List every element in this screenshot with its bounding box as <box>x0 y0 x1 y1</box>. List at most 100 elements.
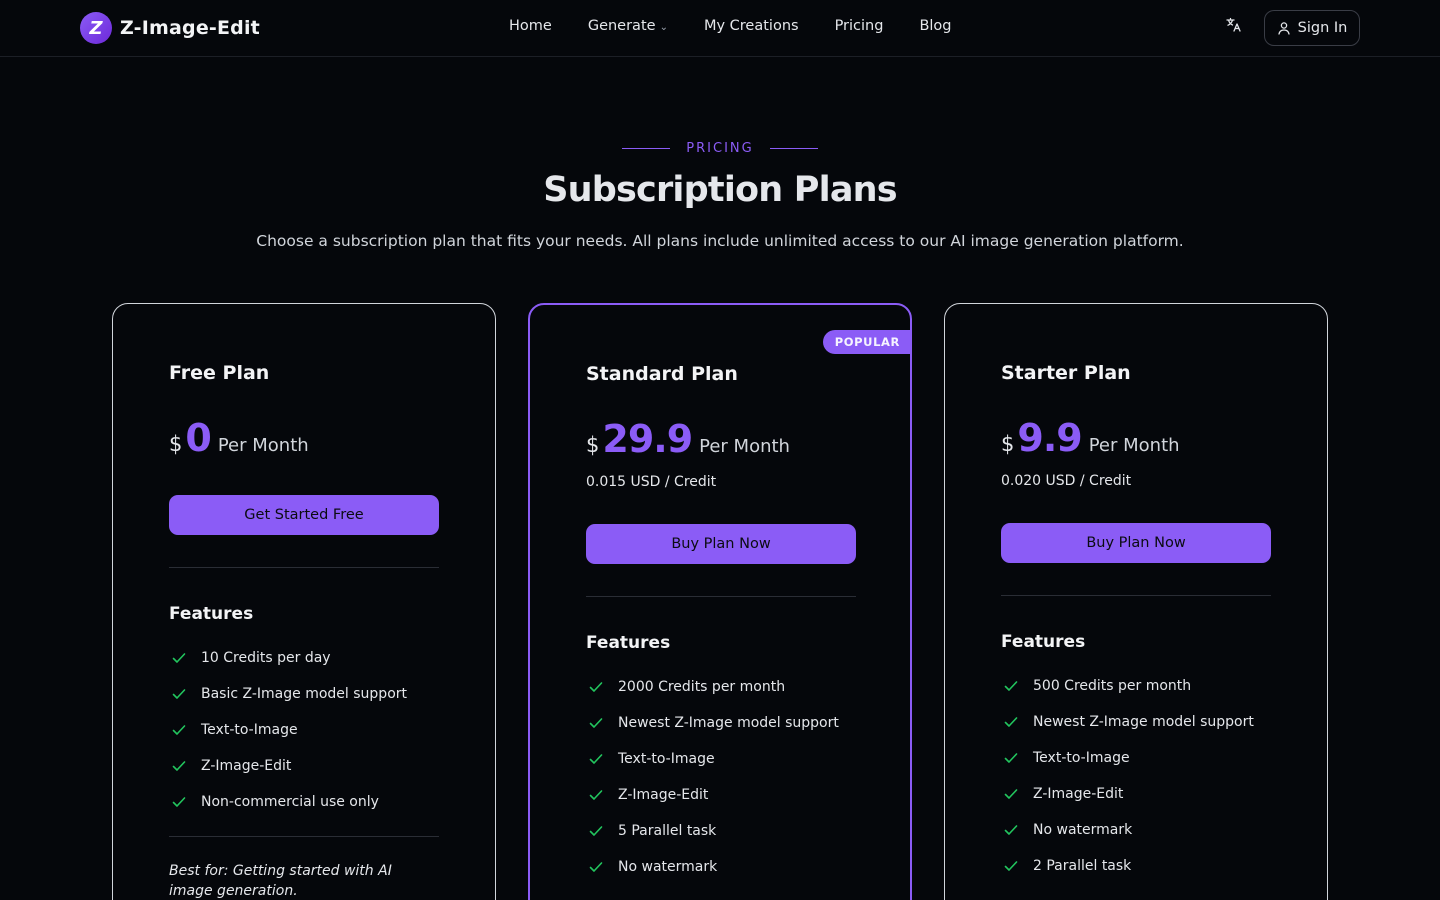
brand[interactable]: Z Z-Image-Edit <box>80 12 260 44</box>
feature-item: 10 Credits per day <box>169 640 407 676</box>
feature-item: Z-Image-Edit <box>169 748 407 784</box>
feature-label: Newest Z-Image model support <box>618 715 839 731</box>
feature-label: Text-to-Image <box>618 751 715 767</box>
feature-label: 10 Credits per day <box>201 650 331 666</box>
check-icon <box>586 821 606 841</box>
page-subtitle: Choose a subscription plan that fits you… <box>256 232 1184 250</box>
plan-name: Standard Plan <box>586 363 738 385</box>
feature-label: Z-Image-Edit <box>618 787 709 803</box>
feature-label: 500 Credits per month <box>1033 678 1192 694</box>
price-currency: $ <box>1001 432 1015 456</box>
buy-plan-button[interactable]: Buy Plan Now <box>586 524 856 564</box>
check-icon <box>586 749 606 769</box>
feature-label: No watermark <box>1033 822 1133 838</box>
plan-name: Free Plan <box>169 362 270 384</box>
check-icon <box>169 684 189 704</box>
best-for-text: Best for: Getting started with AI image … <box>169 863 392 899</box>
credit-rate: 0.015 USD / Credit <box>586 474 717 490</box>
feature-list: 10 Credits per day Basic Z-Image model su… <box>169 640 407 820</box>
feature-list: 2000 Credits per month Newest Z-Image mod… <box>586 669 839 885</box>
nav-generate[interactable]: Generate ⌄ <box>588 18 668 34</box>
plan-card-standard: POPULAR Standard Plan $ 29.9 Per Month 0… <box>528 303 912 900</box>
feature-label: Z-Image-Edit <box>201 758 292 774</box>
brand-name: Z-Image-Edit <box>120 17 260 39</box>
nav-pricing[interactable]: Pricing <box>835 18 884 34</box>
divider <box>1001 595 1271 596</box>
feature-item: Non-commercial use only <box>169 784 407 820</box>
feature-item: Z-Image-Edit <box>586 777 839 813</box>
user-icon <box>1277 22 1290 35</box>
feature-label: Text-to-Image <box>1033 750 1130 766</box>
feature-item: Text-to-Image <box>1001 740 1254 776</box>
price-period: Per Month <box>217 435 309 456</box>
eyebrow-line-right <box>769 148 818 149</box>
feature-label: Basic Z-Image model support <box>201 686 408 702</box>
check-icon <box>586 857 606 877</box>
feature-item: 2 Parallel task <box>1001 848 1254 884</box>
eyebrow-line-left <box>622 148 671 149</box>
price-currency: $ <box>169 432 183 456</box>
get-started-free-button[interactable]: Get Started Free <box>169 495 439 535</box>
price-amount: 0 <box>185 416 211 460</box>
check-icon <box>586 677 606 697</box>
popular-badge: POPULAR <box>822 330 910 354</box>
sign-in-label: Sign In <box>1297 20 1348 36</box>
plan-name: Starter Plan <box>1001 362 1131 384</box>
price-currency: $ <box>586 433 600 457</box>
features-heading: Features <box>586 633 671 653</box>
feature-list: 500 Credits per month Newest Z-Image mode… <box>1001 668 1254 884</box>
feature-label: No watermark <box>618 859 718 875</box>
top-navbar: Z Z-Image-Edit Home Generate ⌄ My Creatio… <box>0 0 1440 57</box>
buy-plan-button[interactable]: Buy Plan Now <box>1001 523 1271 563</box>
plan-card-starter: Starter Plan $ 9.9 Per Month 0.020 USD /… <box>944 303 1328 900</box>
divider <box>169 567 439 568</box>
sign-in-button[interactable]: Sign In <box>1264 10 1360 46</box>
check-icon <box>169 648 189 668</box>
feature-item: Basic Z-Image model support <box>169 676 407 712</box>
feature-item: 5 Parallel task <box>586 813 839 849</box>
plan-price: $ 9.9 Per Month <box>1001 416 1180 460</box>
feature-label: Newest Z-Image model support <box>1033 714 1254 730</box>
feature-item: No watermark <box>586 849 839 885</box>
check-icon <box>1001 784 1021 804</box>
price-period: Per Month <box>1088 435 1180 456</box>
brand-logo: Z <box>80 12 112 44</box>
divider <box>169 836 439 837</box>
feature-item: No watermark <box>1001 812 1254 848</box>
check-icon <box>169 756 189 776</box>
eyebrow-text: PRICING <box>686 141 754 156</box>
price-period: Per Month <box>699 436 790 457</box>
nav-home[interactable]: Home <box>509 18 552 34</box>
check-icon <box>1001 856 1021 876</box>
translate-glyph <box>1226 17 1241 32</box>
feature-item: Z-Image-Edit <box>1001 776 1254 812</box>
check-icon <box>169 792 189 812</box>
chevron-down-icon: ⌄ <box>659 22 668 33</box>
main-nav: Home Generate ⌄ My Creations Pricing Blog <box>509 18 952 34</box>
feature-item: Newest Z-Image model support <box>586 705 839 741</box>
page-title: Subscription Plans <box>543 170 897 210</box>
feature-label: 2000 Credits per month <box>618 679 786 695</box>
features-heading: Features <box>1001 632 1086 652</box>
feature-label: Z-Image-Edit <box>1033 786 1124 802</box>
divider <box>586 596 856 597</box>
plan-price: $ 29.9 Per Month <box>586 417 790 461</box>
translate-icon[interactable] <box>1224 17 1244 39</box>
check-icon <box>1001 712 1021 732</box>
credit-rate: 0.020 USD / Credit <box>1001 473 1132 489</box>
section-eyebrow: PRICING <box>0 138 1440 157</box>
check-icon <box>1001 676 1021 696</box>
feature-item: Text-to-Image <box>169 712 407 748</box>
feature-label: Text-to-Image <box>201 722 298 738</box>
plan-card-free: Free Plan $ 0 Per Month Get Started Free… <box>112 303 496 900</box>
feature-item: Text-to-Image <box>586 741 839 777</box>
features-heading: Features <box>169 604 254 624</box>
feature-item: 2000 Credits per month <box>586 669 839 705</box>
check-icon <box>586 713 606 733</box>
feature-label: 2 Parallel task <box>1033 858 1132 874</box>
plan-price: $ 0 Per Month <box>169 416 309 460</box>
nav-my-creations[interactable]: My Creations <box>704 18 799 34</box>
price-amount: 29.9 <box>602 417 693 461</box>
nav-blog[interactable]: Blog <box>919 18 951 34</box>
check-icon <box>169 720 189 740</box>
